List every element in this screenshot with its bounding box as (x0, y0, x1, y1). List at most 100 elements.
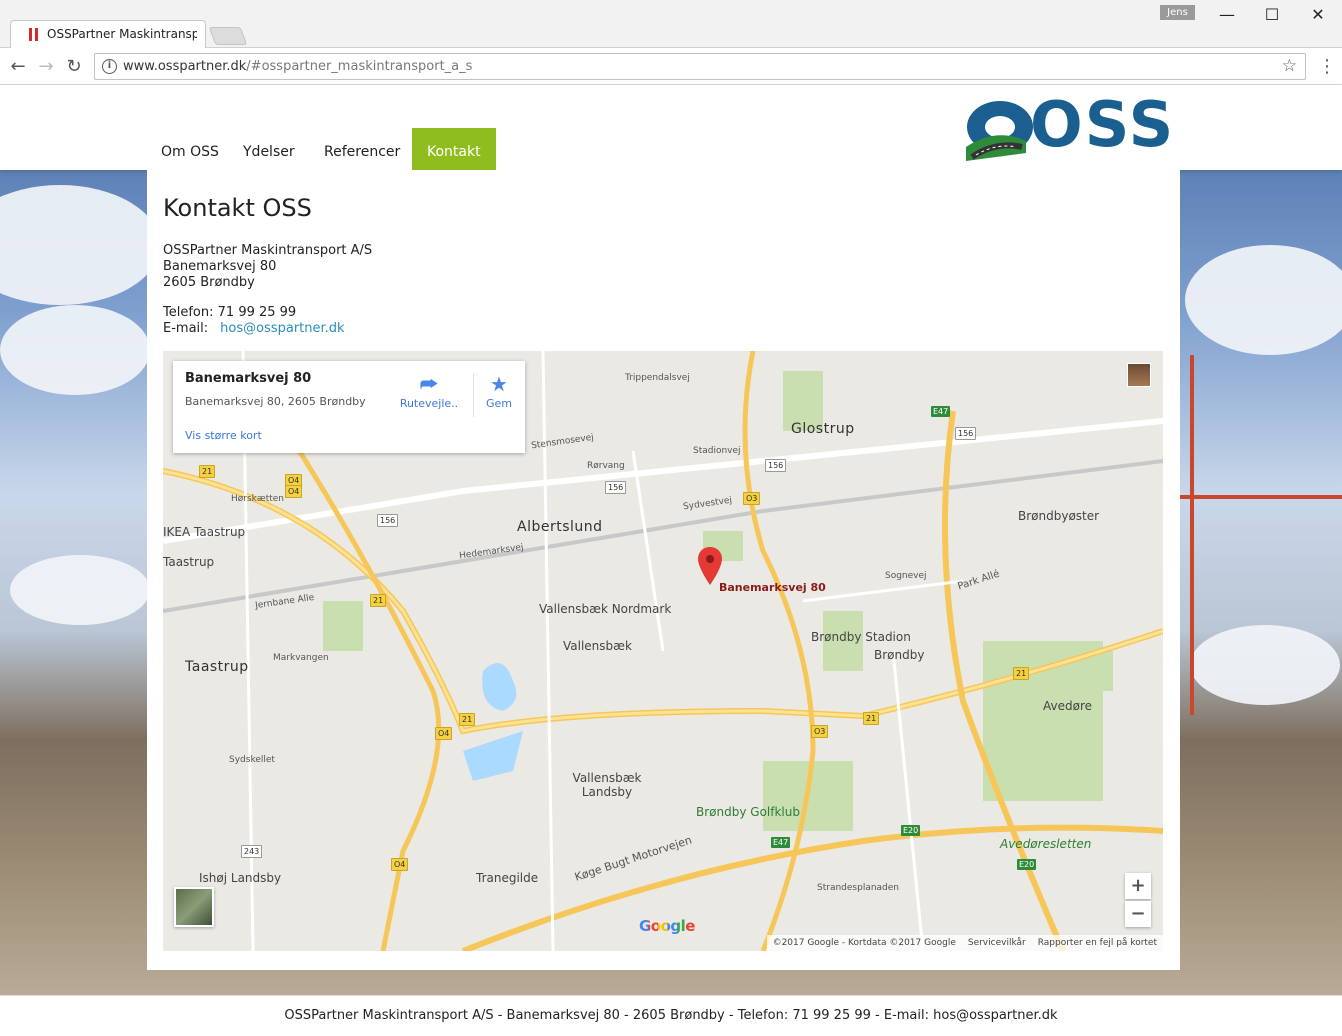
road-shield: 156 (765, 459, 787, 472)
place-label: IKEA Taastrup (163, 525, 246, 539)
nav-ydelser[interactable]: Ydelser (228, 128, 310, 170)
maximize-button[interactable]: ☐ (1257, 4, 1287, 26)
road-shield: 156 (605, 481, 627, 494)
minimize-button[interactable]: — (1212, 4, 1242, 26)
road-shield: E20 (901, 825, 921, 836)
street-view-avatar[interactable] (1127, 363, 1151, 387)
place-label: Taastrup (163, 555, 215, 569)
pin-label: Banemarksvej 80 (719, 581, 826, 594)
street: Banemarksvej 80 (163, 259, 277, 274)
road-shield: 21 (863, 712, 880, 725)
place-label: Brøndby (874, 648, 925, 662)
road-shield: E47 (931, 406, 951, 417)
menu-dots-icon[interactable]: ⋮ (1318, 55, 1336, 79)
place-label: Glostrup (791, 421, 855, 437)
email-label: E-mail: (163, 321, 209, 336)
new-tab-button[interactable] (208, 27, 248, 45)
road-shield: 21 (459, 713, 476, 726)
place-label: Taastrup (185, 659, 249, 675)
close-button[interactable]: ✕ (1303, 4, 1333, 26)
road-label: Strandesplanaden (817, 883, 900, 893)
zoom-in-button[interactable]: + (1125, 873, 1151, 899)
place-title: Banemarksvej 80 (185, 371, 312, 386)
place-label: Vallensbæk Nordmark (539, 602, 672, 616)
site-footer: OSSPartner Maskintransport A/S - Banemar… (0, 995, 1342, 1033)
site-header: Om OSS Ydelser Referencer Kontakt OSS (0, 85, 1342, 170)
company-name: OSSPartner Maskintransport A/S (163, 243, 373, 258)
contact-block: Telefon: 71 99 25 99 E-mail: hos@osspartn… (163, 305, 345, 337)
directions-button[interactable]: ⮫ Rutevejle.. (399, 371, 459, 410)
info-icon[interactable]: i (102, 59, 117, 74)
place-label: Brøndby Golfklub (696, 805, 800, 819)
road-label: Stadionvej (693, 446, 741, 456)
google-logo: Google (639, 917, 695, 935)
road-shield: O3 (743, 492, 761, 505)
road-shield: 21 (199, 465, 216, 478)
url-text[interactable]: www.osspartner.dk/#osspartner_maskintran… (123, 59, 472, 74)
back-arrow-icon[interactable]: ← (6, 55, 30, 79)
phone-number: 71 99 25 99 (217, 305, 297, 320)
place-label: Brøndby Stadion (811, 630, 911, 644)
forward-arrow-icon[interactable]: → (34, 55, 58, 79)
place-label: Avedøresletten (1000, 837, 1092, 851)
view-larger-map-link[interactable]: Vis større kort (185, 429, 262, 442)
site-favicon-icon (29, 28, 39, 41)
road-label: Sognevej (885, 571, 927, 581)
phone-label: Telefon: (163, 305, 214, 320)
zoom-out-button[interactable]: − (1125, 901, 1151, 927)
terms-link[interactable]: Servicevilkår (968, 938, 1026, 948)
place-label: Albertslund (517, 519, 603, 535)
card-divider (473, 373, 474, 417)
place-info-card: Banemarksvej 80 Banemarksvej 80, 2605 Br… (173, 361, 525, 453)
road-shield: 156 (377, 514, 399, 527)
road-label: Rørvang (587, 461, 625, 471)
profile-badge[interactable]: Jens (1160, 5, 1195, 20)
email-link[interactable]: hos@osspartner.dk (220, 321, 344, 336)
road-label: Sydskellet (229, 755, 275, 765)
page-title: Kontakt OSS (163, 194, 312, 222)
oss-logo[interactable]: OSS (966, 89, 1173, 161)
directions-icon: ⮫ (419, 372, 439, 396)
map-pin-icon[interactable] (698, 547, 722, 585)
browser-tab[interactable]: OSSPartner Maskintransp (10, 20, 206, 48)
road-shield: 243 (241, 845, 263, 858)
browser-titlebar: OSSPartner Maskintransp Jens — ☐ ✕ (0, 0, 1342, 48)
map-attribution: ©2017 Google - Kortdata ©2017 Google Serv… (766, 935, 1163, 951)
road-shield: E20 (1017, 859, 1037, 870)
city: 2605 Brøndby (163, 275, 255, 290)
tab-title: OSSPartner Maskintransp (47, 27, 197, 41)
road-shield: O4 (435, 727, 453, 740)
browser-toolbar: ← → ↻ i www.osspartner.dk/#osspartner_ma… (0, 49, 1342, 85)
road-shield: O3 (811, 725, 829, 738)
reload-icon[interactable]: ↻ (62, 55, 86, 79)
road-label: Hørskætten (231, 494, 285, 504)
place-label: Ishøj Landsby (199, 871, 282, 885)
place-label: Tranegilde (476, 871, 539, 885)
road-shield: O4 (391, 858, 409, 871)
road-shield: 21 (370, 594, 387, 607)
content-panel: Kontakt OSS OSSPartner Maskintransport A… (147, 170, 1180, 970)
star-icon: ★ (490, 372, 508, 396)
road-label: Trippendalsvej (625, 373, 690, 383)
place-label: Avedøre (1043, 699, 1093, 713)
road-label: Markvangen (273, 653, 329, 663)
satellite-toggle[interactable] (174, 887, 214, 927)
road-shield: 21 (1013, 667, 1030, 680)
place-label: Vallensbæk Landsby (572, 771, 642, 799)
place-label: Vallensbæk (563, 639, 632, 653)
place-address: Banemarksvej 80, 2605 Brøndby (185, 395, 366, 408)
nav-kontakt[interactable]: Kontakt (412, 128, 496, 170)
nav-referencer[interactable]: Referencer (309, 128, 415, 170)
address-block: OSSPartner Maskintransport A/S Banemarks… (163, 243, 372, 291)
nav-om-oss[interactable]: Om OSS (146, 128, 234, 170)
road-shield: E47 (771, 837, 791, 848)
place-label: Brøndbyøster (1018, 509, 1100, 523)
bookmark-star-icon[interactable]: ☆ (1282, 56, 1297, 76)
address-bar[interactable]: i www.osspartner.dk/#osspartner_maskintr… (94, 53, 1306, 80)
road-shield: O4 (285, 485, 303, 498)
google-map[interactable]: Glostrup Albertslund Taastrup Vallensbæk… (163, 351, 1163, 951)
report-error-link[interactable]: Rapporter en fejl på kortet (1038, 938, 1157, 948)
road-shield: 156 (955, 427, 977, 440)
logo-text: OSS (1030, 88, 1176, 161)
save-button[interactable]: ★ Gem (481, 371, 517, 410)
